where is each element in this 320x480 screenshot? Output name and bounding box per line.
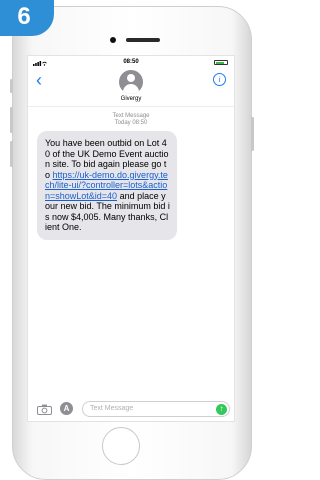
incoming-message-bubble: You have been outbid on Lot 40 of the UK…: [37, 131, 177, 240]
mute-switch: [10, 79, 13, 93]
send-icon[interactable]: ↑: [216, 404, 227, 415]
home-button[interactable]: [102, 427, 140, 465]
message-composer: A Text Message ↑: [28, 397, 234, 421]
message-input-placeholder: Text Message: [90, 405, 134, 412]
earpiece-speaker: [126, 38, 160, 42]
volume-down-button: [10, 141, 13, 167]
step-number-badge: 6: [0, 0, 54, 36]
battery-icon: [214, 60, 228, 65]
thread-timestamp: Today 08:50: [114, 120, 148, 126]
conversation-header: ‹ Givergy i: [28, 66, 234, 107]
thread-label: Text Message: [112, 113, 150, 119]
messages-screen: 08:50 ‹ Givergy i Text Message Today 08:…: [27, 55, 235, 422]
app-store-icon[interactable]: A: [60, 402, 73, 415]
contact-name[interactable]: Givergy: [28, 96, 234, 102]
status-time: 08:50: [123, 59, 139, 65]
avatar-icon[interactable]: [119, 70, 143, 94]
info-icon[interactable]: i: [213, 73, 226, 86]
message-input[interactable]: Text Message ↑: [82, 401, 230, 417]
back-chevron-icon[interactable]: ‹: [36, 71, 42, 89]
front-camera: [110, 37, 116, 43]
power-button: [251, 117, 254, 151]
volume-up-button: [10, 107, 13, 133]
thread-header: Text Message Today 08:50: [28, 113, 234, 127]
camera-icon[interactable]: [37, 404, 52, 415]
